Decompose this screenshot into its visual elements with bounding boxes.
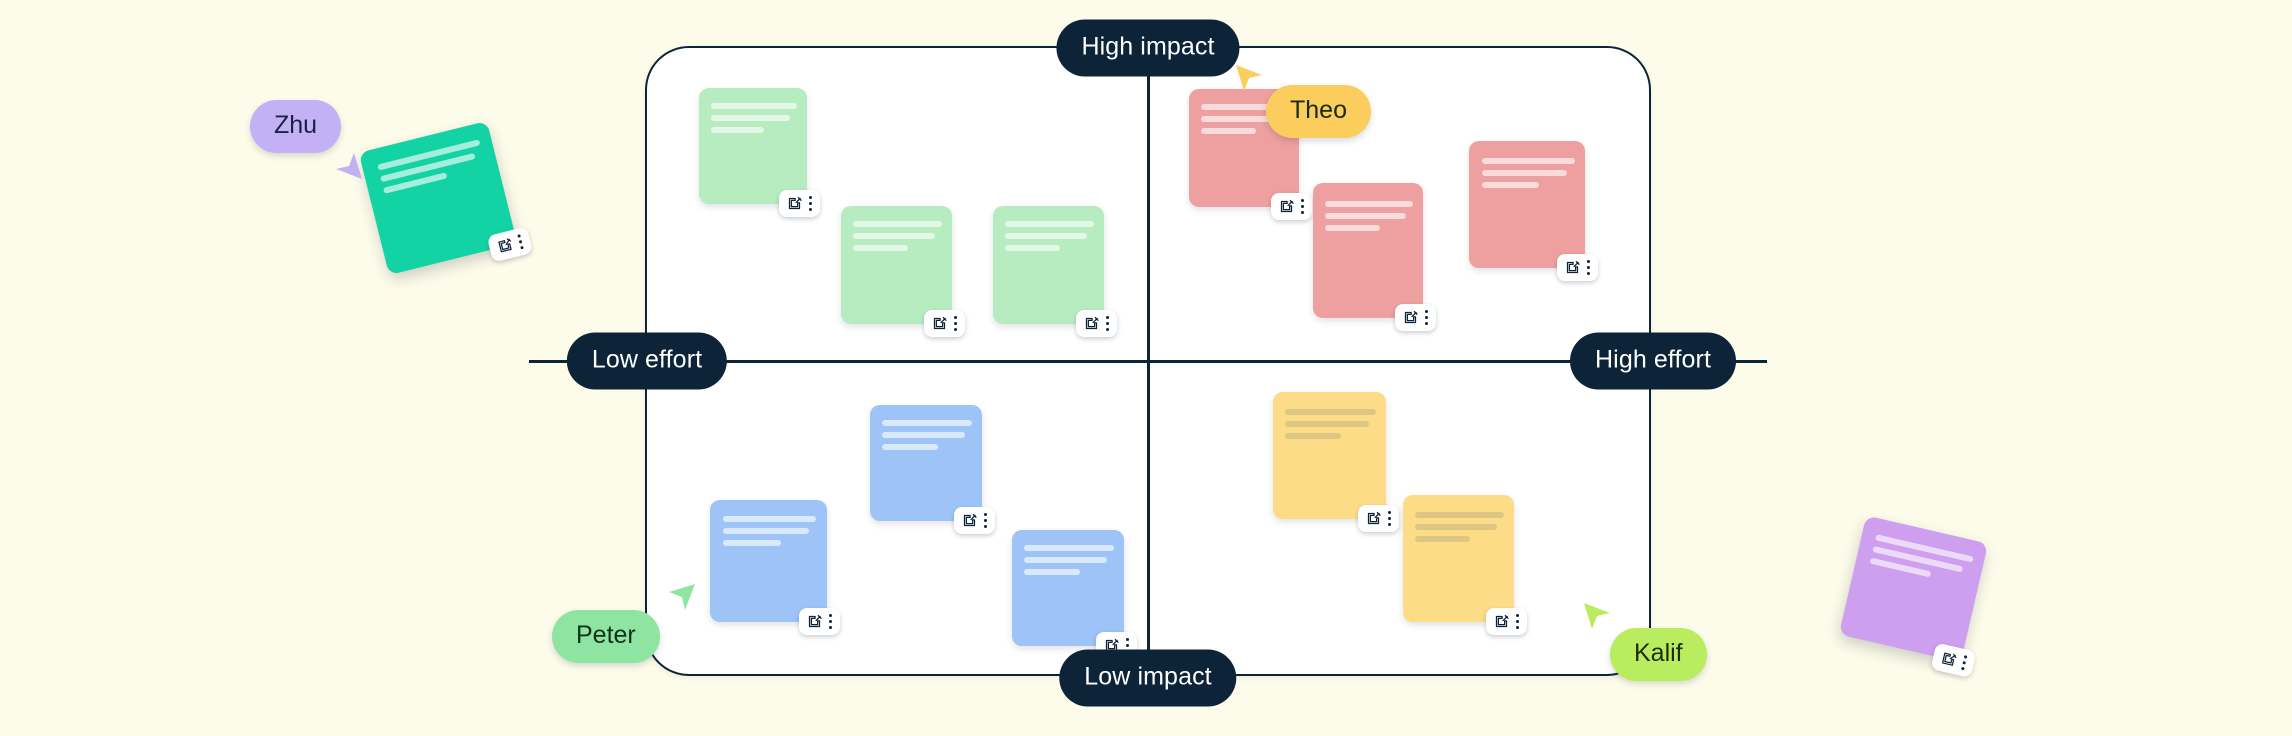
more-options-icon[interactable] bbox=[983, 513, 987, 528]
note-placeholder-text bbox=[722, 515, 817, 552]
axis-label-low-impact[interactable]: Low impact bbox=[1059, 649, 1237, 707]
edit-pencil-icon[interactable] bbox=[496, 237, 514, 255]
note-toolbar[interactable] bbox=[1357, 505, 1399, 532]
sticky-note[interactable] bbox=[358, 120, 534, 276]
edit-pencil-icon[interactable] bbox=[1084, 316, 1099, 331]
vertical-axis-line bbox=[1146, 48, 1150, 674]
note-toolbar[interactable] bbox=[778, 190, 820, 217]
note-placeholder-text bbox=[853, 221, 943, 257]
sticky-note[interactable] bbox=[1838, 515, 1989, 679]
note-toolbar[interactable] bbox=[1075, 310, 1117, 337]
edit-pencil-icon[interactable] bbox=[787, 196, 802, 211]
collaborator-name-label: Peter bbox=[552, 610, 660, 663]
note-toolbar[interactable] bbox=[1930, 642, 1977, 679]
sticky-note[interactable] bbox=[710, 500, 840, 635]
axis-label-high-impact[interactable]: High impact bbox=[1056, 19, 1240, 77]
note-placeholder-text bbox=[1868, 534, 1974, 592]
sticky-note[interactable] bbox=[870, 405, 995, 534]
edit-pencil-icon[interactable] bbox=[1366, 511, 1381, 526]
edit-pencil-icon[interactable] bbox=[962, 513, 977, 528]
collaborator-name-label: Zhu bbox=[250, 100, 342, 153]
more-options-icon[interactable] bbox=[808, 196, 812, 211]
collaborator-name-label: Theo bbox=[1266, 85, 1371, 138]
sticky-note[interactable] bbox=[1273, 392, 1399, 532]
edit-pencil-icon[interactable] bbox=[807, 614, 822, 629]
sticky-note[interactable] bbox=[1012, 530, 1137, 659]
edit-pencil-icon[interactable] bbox=[1939, 650, 1957, 668]
more-options-icon[interactable] bbox=[1960, 655, 1968, 671]
sticky-note[interactable] bbox=[841, 206, 965, 337]
note-placeholder-text bbox=[710, 103, 798, 139]
note-placeholder-text bbox=[376, 139, 488, 200]
cursor-pointer-icon bbox=[1232, 62, 1266, 101]
cursor-pointer-icon bbox=[664, 580, 698, 619]
note-toolbar[interactable] bbox=[953, 507, 995, 534]
note-placeholder-text bbox=[1024, 545, 1114, 581]
more-options-icon[interactable] bbox=[1387, 511, 1391, 526]
axis-label-low-effort[interactable]: Low effort bbox=[566, 332, 728, 390]
note-toolbar[interactable] bbox=[486, 226, 534, 263]
edit-pencil-icon[interactable] bbox=[932, 316, 947, 331]
more-options-icon[interactable] bbox=[517, 234, 524, 250]
edit-pencil-icon[interactable] bbox=[1494, 614, 1509, 629]
more-options-icon[interactable] bbox=[1105, 316, 1109, 331]
more-options-icon[interactable] bbox=[1300, 199, 1304, 214]
sticky-note[interactable] bbox=[1403, 495, 1527, 635]
more-options-icon[interactable] bbox=[953, 316, 957, 331]
collaborator-name-label: Kalif bbox=[1610, 628, 1707, 681]
sticky-note[interactable] bbox=[993, 206, 1117, 337]
edit-pencil-icon[interactable] bbox=[1403, 310, 1418, 325]
whiteboard-canvas[interactable]: High impact Low impact Low effort High e… bbox=[0, 0, 2292, 736]
edit-pencil-icon[interactable] bbox=[1279, 199, 1294, 214]
note-placeholder-text bbox=[1415, 511, 1505, 548]
edit-pencil-icon[interactable] bbox=[1565, 260, 1580, 275]
note-toolbar[interactable] bbox=[1485, 608, 1527, 635]
sticky-note[interactable] bbox=[1469, 141, 1598, 281]
note-placeholder-text bbox=[1285, 408, 1376, 445]
note-placeholder-text bbox=[882, 420, 972, 456]
cursor-pointer-icon bbox=[332, 148, 366, 187]
note-placeholder-text bbox=[1481, 157, 1575, 194]
note-toolbar[interactable] bbox=[1270, 193, 1312, 220]
note-toolbar[interactable] bbox=[923, 310, 965, 337]
note-toolbar[interactable] bbox=[1556, 254, 1598, 281]
note-placeholder-text bbox=[1005, 221, 1095, 257]
more-options-icon[interactable] bbox=[828, 614, 832, 629]
more-options-icon[interactable] bbox=[1424, 310, 1428, 325]
more-options-icon[interactable] bbox=[1515, 614, 1519, 629]
note-placeholder-text bbox=[1325, 200, 1414, 237]
note-toolbar[interactable] bbox=[1394, 304, 1436, 331]
cursor-pointer-icon bbox=[1580, 600, 1614, 639]
note-toolbar[interactable] bbox=[798, 608, 840, 635]
sticky-note[interactable] bbox=[699, 88, 820, 217]
sticky-note[interactable] bbox=[1313, 183, 1436, 331]
more-options-icon[interactable] bbox=[1586, 260, 1590, 275]
axis-label-high-effort[interactable]: High effort bbox=[1570, 332, 1736, 390]
